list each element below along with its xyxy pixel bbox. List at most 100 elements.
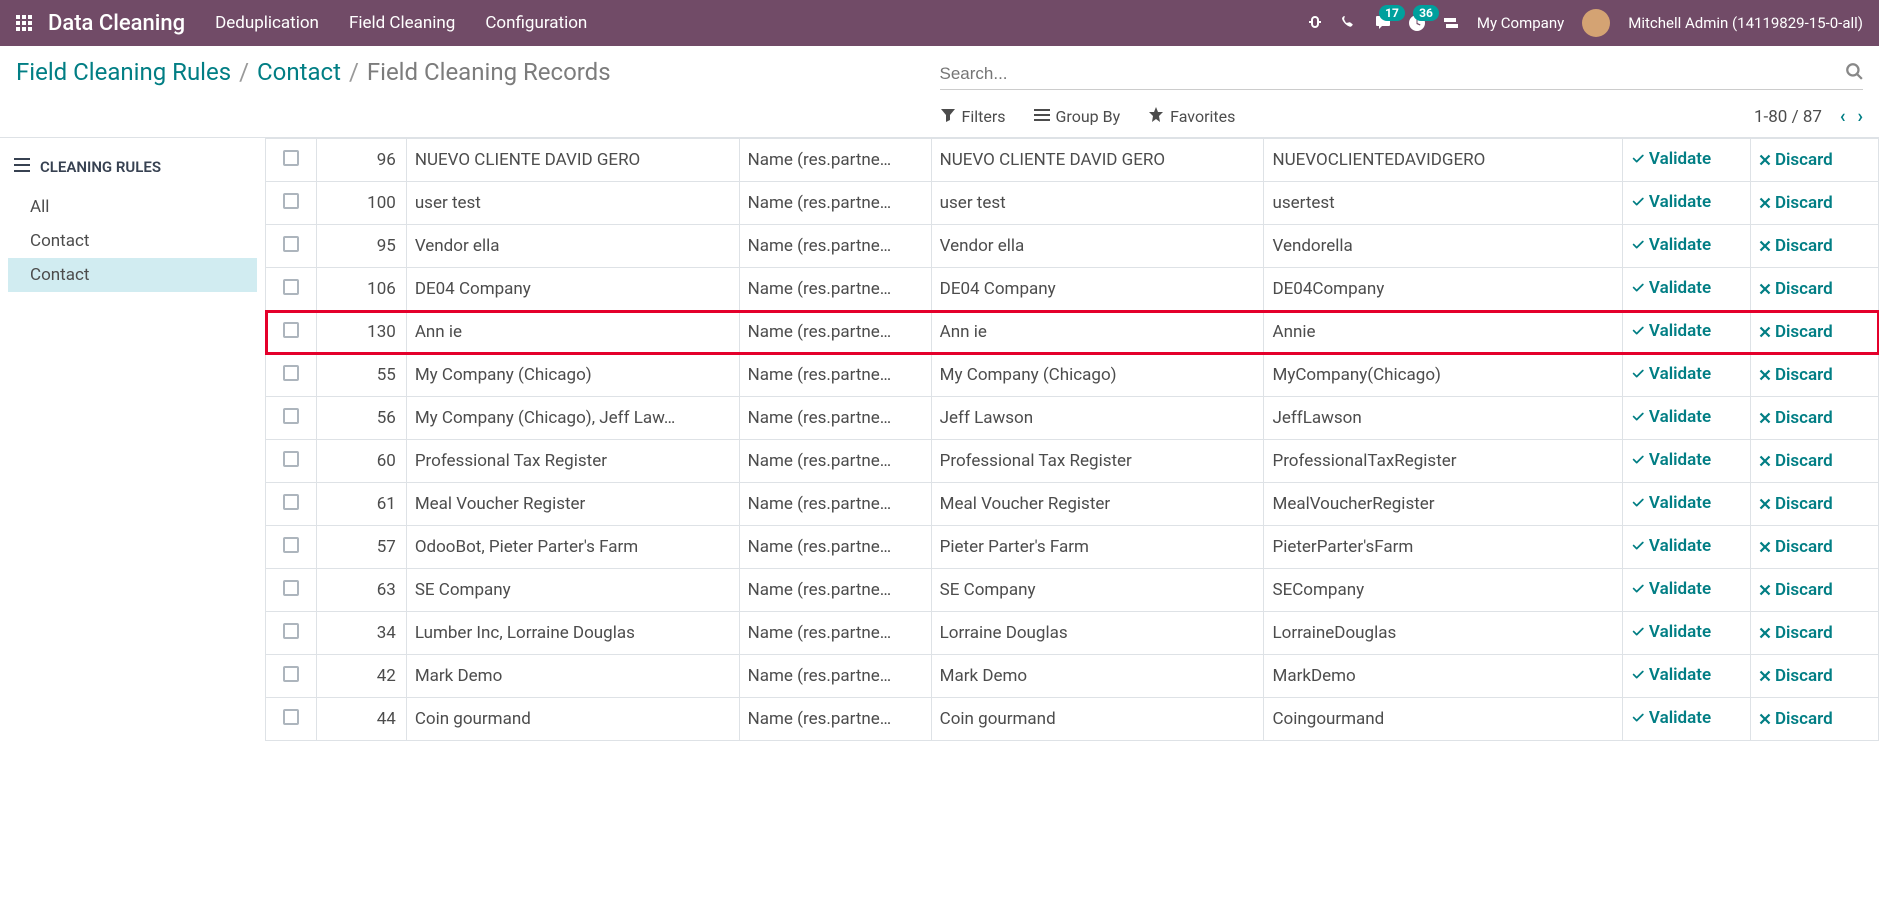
cell-current: Meal Voucher Register xyxy=(931,483,1264,526)
cell-suggested: MealVoucherRegister xyxy=(1264,483,1622,526)
cell-suggested: Vendorella xyxy=(1264,225,1622,268)
cell-suggested: NUEVOCLIENTEDAVIDGERO xyxy=(1264,139,1622,182)
cell-record: Coin gourmand xyxy=(406,698,739,741)
table-row: 100user testName (res.partne…user testus… xyxy=(266,182,1879,225)
apps-icon[interactable] xyxy=(16,15,32,31)
discard-button[interactable]: Discard xyxy=(1759,322,1833,342)
discard-button[interactable]: Discard xyxy=(1759,666,1833,686)
discard-button[interactable]: Discard xyxy=(1759,494,1833,514)
row-checkbox[interactable] xyxy=(283,623,299,639)
row-checkbox[interactable] xyxy=(283,494,299,510)
breadcrumb-root[interactable]: Field Cleaning Rules xyxy=(16,58,231,86)
row-checkbox[interactable] xyxy=(283,580,299,596)
cell-field: Name (res.partne… xyxy=(739,569,931,612)
settings-icon[interactable] xyxy=(1443,15,1459,31)
cell-id: 34 xyxy=(317,612,407,655)
favorites-label: Favorites xyxy=(1170,107,1235,126)
row-checkbox[interactable] xyxy=(283,193,299,209)
cell-current: My Company (Chicago) xyxy=(931,354,1264,397)
validate-button[interactable]: Validate xyxy=(1631,407,1711,427)
validate-button[interactable]: Validate xyxy=(1631,278,1711,298)
discard-button[interactable]: Discard xyxy=(1759,193,1833,213)
row-checkbox[interactable] xyxy=(283,150,299,166)
main-area: CLEANING RULES AllContactContact 96NUEVO… xyxy=(0,137,1879,741)
validate-button[interactable]: Validate xyxy=(1631,235,1711,255)
sidebar-item[interactable]: Contact xyxy=(8,258,257,292)
groupby-label: Group By xyxy=(1056,107,1121,126)
breadcrumb-mid[interactable]: Contact xyxy=(257,58,341,86)
debug-icon[interactable] xyxy=(1307,15,1323,31)
app-brand[interactable]: Data Cleaning xyxy=(48,11,185,36)
user-menu[interactable]: Mitchell Admin (14119829-15-0-all) xyxy=(1628,14,1863,32)
row-checkbox[interactable] xyxy=(283,451,299,467)
discard-button[interactable]: Discard xyxy=(1759,580,1833,600)
sidebar-item[interactable]: Contact xyxy=(8,224,257,258)
nav-menu-deduplication[interactable]: Deduplication xyxy=(215,13,319,33)
discard-button[interactable]: Discard xyxy=(1759,623,1833,643)
row-checkbox[interactable] xyxy=(283,279,299,295)
sidebar-item[interactable]: All xyxy=(8,190,257,224)
row-checkbox[interactable] xyxy=(283,408,299,424)
validate-button[interactable]: Validate xyxy=(1631,708,1711,728)
discard-button[interactable]: Discard xyxy=(1759,150,1833,170)
discard-button[interactable]: Discard xyxy=(1759,451,1833,471)
filters-button[interactable]: Filters xyxy=(940,107,1006,127)
navbar: Data Cleaning Deduplication Field Cleani… xyxy=(0,0,1879,46)
validate-button[interactable]: Validate xyxy=(1631,579,1711,599)
validate-button[interactable]: Validate xyxy=(1631,622,1711,642)
row-checkbox[interactable] xyxy=(283,666,299,682)
hamburger-icon[interactable] xyxy=(14,158,30,176)
validate-button[interactable]: Validate xyxy=(1631,321,1711,341)
row-checkbox[interactable] xyxy=(283,365,299,381)
table-row: 56My Company (Chicago), Jeff Law…Name (r… xyxy=(266,397,1879,440)
validate-button[interactable]: Validate xyxy=(1631,450,1711,470)
cell-id: 57 xyxy=(317,526,407,569)
discard-button[interactable]: Discard xyxy=(1759,279,1833,299)
discard-button[interactable]: Discard xyxy=(1759,408,1833,428)
cell-record: NUEVO CLIENTE DAVID GERO xyxy=(406,139,739,182)
messages-icon[interactable]: 17 xyxy=(1375,15,1391,31)
validate-button[interactable]: Validate xyxy=(1631,493,1711,513)
validate-button[interactable]: Validate xyxy=(1631,192,1711,212)
row-checkbox[interactable] xyxy=(283,537,299,553)
activities-icon[interactable]: 36 xyxy=(1409,15,1425,31)
cell-suggested: LorraineDouglas xyxy=(1264,612,1622,655)
cell-record: Lumber Inc, Lorraine Douglas xyxy=(406,612,739,655)
table-row: 106DE04 CompanyName (res.partne…DE04 Com… xyxy=(266,268,1879,311)
cell-field: Name (res.partne… xyxy=(739,225,931,268)
discard-button[interactable]: Discard xyxy=(1759,709,1833,729)
discard-button[interactable]: Discard xyxy=(1759,537,1833,557)
cell-field: Name (res.partne… xyxy=(739,311,931,354)
table-row: 60Professional Tax RegisterName (res.par… xyxy=(266,440,1879,483)
cell-id: 96 xyxy=(317,139,407,182)
row-checkbox[interactable] xyxy=(283,709,299,725)
discard-button[interactable]: Discard xyxy=(1759,365,1833,385)
row-checkbox[interactable] xyxy=(283,236,299,252)
row-checkbox[interactable] xyxy=(283,322,299,338)
table-row: 57OdooBot, Pieter Parter's FarmName (res… xyxy=(266,526,1879,569)
pager-text[interactable]: 1-80 / 87 xyxy=(1754,107,1822,127)
cell-suggested: ProfessionalTaxRegister xyxy=(1264,440,1622,483)
validate-button[interactable]: Validate xyxy=(1631,149,1711,169)
nav-menu-field-cleaning[interactable]: Field Cleaning xyxy=(349,13,455,33)
cell-suggested: usertest xyxy=(1264,182,1622,225)
cell-current: Jeff Lawson xyxy=(931,397,1264,440)
validate-button[interactable]: Validate xyxy=(1631,536,1711,556)
phone-icon[interactable] xyxy=(1341,15,1357,31)
validate-button[interactable]: Validate xyxy=(1631,665,1711,685)
sidebar-title: CLEANING RULES xyxy=(40,158,161,176)
search-input[interactable] xyxy=(940,64,1846,84)
cell-id: 42 xyxy=(317,655,407,698)
cell-suggested: MarkDemo xyxy=(1264,655,1622,698)
user-avatar[interactable] xyxy=(1582,9,1610,37)
company-selector[interactable]: My Company xyxy=(1477,14,1564,32)
search-icon[interactable] xyxy=(1845,62,1863,85)
validate-button[interactable]: Validate xyxy=(1631,364,1711,384)
cell-id: 100 xyxy=(317,182,407,225)
groupby-button[interactable]: Group By xyxy=(1034,107,1121,127)
discard-button[interactable]: Discard xyxy=(1759,236,1833,256)
nav-menu-configuration[interactable]: Configuration xyxy=(485,13,587,33)
favorites-button[interactable]: Favorites xyxy=(1148,107,1235,127)
pager-next-icon[interactable]: › xyxy=(1858,106,1863,127)
pager-prev-icon[interactable]: ‹ xyxy=(1840,106,1846,127)
